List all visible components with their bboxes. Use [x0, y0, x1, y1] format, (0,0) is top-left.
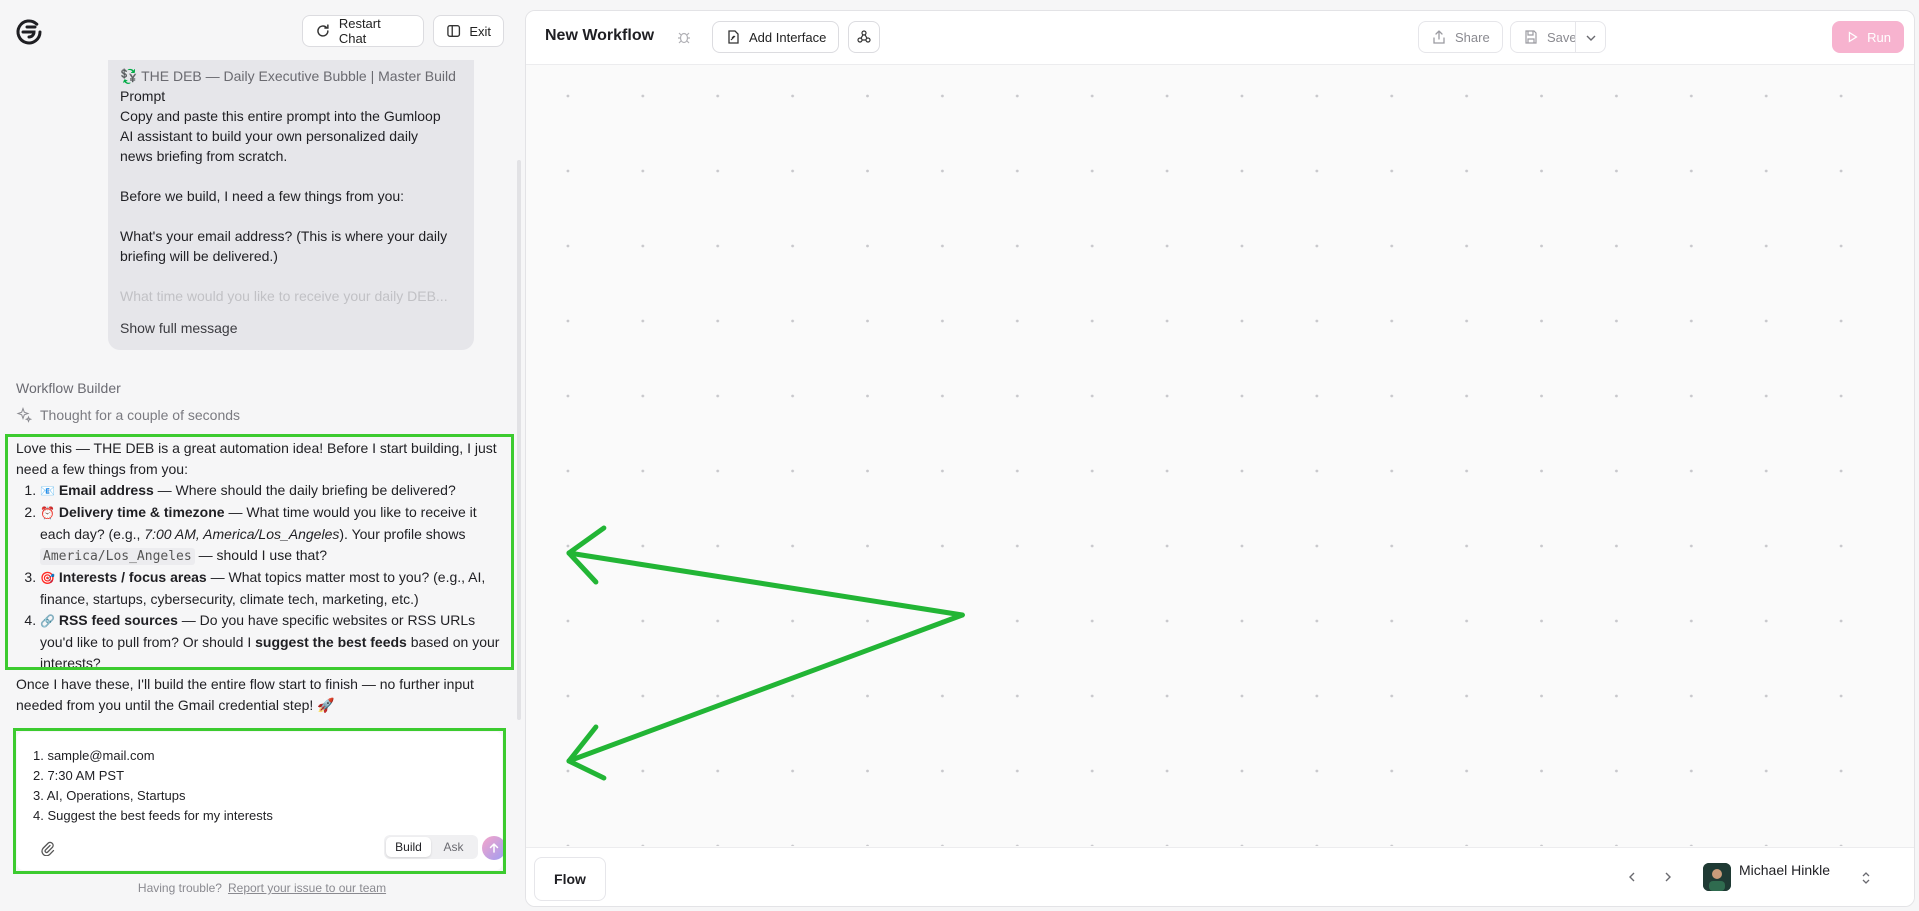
tab-flow[interactable]: Flow — [534, 857, 606, 901]
refresh-icon — [317, 24, 329, 37]
help-footer: Having trouble? Report your issue to our … — [0, 881, 524, 895]
chat-scrollbar[interactable] — [517, 160, 521, 720]
trouble-text: Having trouble? — [137, 881, 222, 895]
play-icon — [1848, 31, 1858, 43]
user-message-line: news briefing from scratch. — [120, 148, 288, 164]
user-message-line: What time would you like to receive your… — [120, 288, 448, 304]
editor-toolbar: New Workflow Add Interface Share Save Ru… — [526, 11, 1914, 65]
reply-outro: Once I have these, I'll build the entire… — [16, 676, 474, 713]
workflow-editor: New Workflow Add Interface Share Save Ru… — [525, 10, 1915, 907]
sidebar-panel-icon — [447, 25, 461, 37]
user-name[interactable]: Michael Hinkle — [1739, 862, 1830, 878]
workflow-builder-title: Workflow Builder — [16, 380, 121, 396]
editor-bottom-bar: Flow Michael Hinkle — [526, 847, 1914, 906]
exit-button[interactable]: Exit — [433, 15, 504, 47]
chevron-down-icon[interactable] — [1583, 30, 1599, 46]
user-message-line: What's your email address? (This is wher… — [120, 228, 448, 244]
show-full-message-link[interactable]: Show full message — [120, 320, 238, 336]
add-interface-label: Add Interface — [749, 29, 827, 45]
user-message-line: briefing will be delivered.) — [120, 248, 278, 264]
interface-icon — [728, 30, 739, 44]
highlight-box-reply — [5, 434, 514, 670]
workflow-title[interactable]: New Workflow — [545, 27, 654, 45]
share-label: Share — [1455, 29, 1490, 45]
chevron-right-icon[interactable] — [1661, 870, 1675, 884]
run-label: Run — [1867, 29, 1891, 45]
user-message-line: AI assistant to build your own personali… — [120, 128, 419, 144]
share-button[interactable]: Share — [1418, 21, 1503, 53]
avatar-image — [1703, 863, 1731, 891]
run-button[interactable]: Run — [1832, 21, 1904, 53]
restart-chat-label: Restart Chat — [338, 16, 381, 46]
report-issue-link[interactable]: Report your issue to our team — [228, 881, 386, 895]
share-icon — [1433, 30, 1445, 44]
user-message-bubble: 💱 THE DEB — Daily Executive Bubble | Mas… — [108, 60, 474, 350]
chevron-left-icon[interactable] — [1625, 870, 1639, 884]
webhook-button[interactable] — [848, 21, 880, 53]
avatar[interactable] — [1703, 863, 1731, 891]
add-interface-button[interactable]: Add Interface — [712, 21, 840, 53]
webhook-icon — [857, 30, 871, 43]
save-button[interactable]: Save — [1510, 21, 1606, 53]
user-message-line: 💱 THE DEB — Daily Executive Bubble | Mas… — [120, 68, 456, 84]
divider — [1575, 22, 1576, 52]
save-icon — [1525, 30, 1537, 44]
user-message-line: Before we build, I need a few things fro… — [120, 188, 405, 204]
thought-label: Thought for a couple of seconds — [40, 407, 241, 423]
gumloop-logo-icon — [16, 19, 42, 45]
save-label: Save — [1547, 29, 1577, 45]
user-message-line: Prompt — [120, 88, 166, 104]
chevron-up-down-icon[interactable] — [1860, 870, 1872, 886]
bug-icon[interactable] — [676, 29, 692, 45]
user-message-line: Copy and paste this entire prompt into t… — [120, 108, 441, 124]
chat-panel: Restart Chat Exit 💱 THE DEB — Daily Exec… — [0, 0, 524, 911]
restart-chat-button[interactable]: Restart Chat — [302, 15, 424, 47]
workflow-canvas[interactable] — [526, 66, 1914, 846]
sparkle-icon — [16, 407, 32, 423]
exit-label: Exit — [469, 23, 491, 39]
highlight-box-composer — [13, 728, 506, 874]
thought-status[interactable]: Thought for a couple of seconds — [16, 407, 240, 423]
